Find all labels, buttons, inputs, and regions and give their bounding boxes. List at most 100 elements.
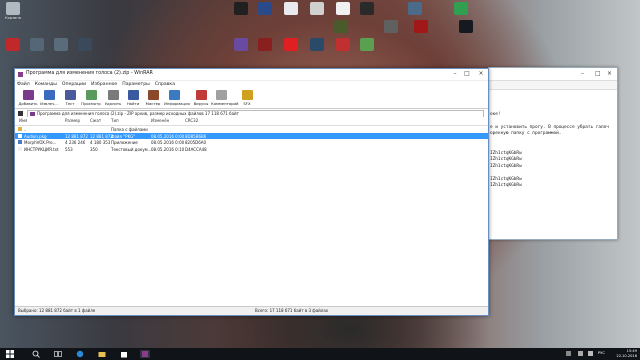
store-icon[interactable] bbox=[120, 350, 128, 358]
menu-item[interactable]: Справка bbox=[155, 81, 175, 89]
column-header[interactable]: CRC32 bbox=[185, 118, 198, 123]
column-header[interactable]: Изменён bbox=[151, 118, 169, 123]
taskbar: РУС 15:49 22.10.2016 bbox=[0, 348, 640, 360]
desktop-icon[interactable] bbox=[254, 38, 276, 52]
desktop-icon[interactable] bbox=[230, 38, 252, 52]
cell-name: ИНСТРУКЦИЯ.txt bbox=[24, 146, 59, 152]
column-header[interactable]: Сжат bbox=[90, 118, 101, 123]
maximize-icon[interactable]: □ bbox=[595, 70, 601, 77]
toolbar-button[interactable]: SFX bbox=[237, 90, 257, 106]
minimize-icon[interactable]: – bbox=[449, 70, 461, 77]
winrar-menubar: Файл Команды Операции Избранное Параметры Спр… bbox=[15, 81, 488, 89]
search-icon[interactable] bbox=[32, 350, 40, 358]
desktop-icon[interactable] bbox=[74, 38, 96, 52]
menu-item[interactable]: Команды bbox=[35, 81, 57, 89]
notepad-window[interactable]: – □ × оке! е и установить прогу. В процес… bbox=[488, 67, 618, 240]
toolbar-button[interactable]: Просмотр bbox=[81, 90, 101, 106]
desktop-icon[interactable] bbox=[356, 2, 378, 16]
cell-type: Папка с файлами bbox=[111, 127, 148, 132]
window-title: Программа для изменения голоса (2).zip -… bbox=[26, 71, 153, 76]
toolbar-label: Удалить bbox=[104, 101, 122, 106]
file-list[interactable]: Имя Размер Сжат Тип Изменён CRC32 .. Папка с ф… bbox=[15, 117, 488, 306]
desktop-icon[interactable] bbox=[50, 38, 72, 52]
archive-path-text: Программа для изменения голоса (2).zip -… bbox=[37, 111, 239, 116]
menu-item[interactable]: Избранное bbox=[91, 81, 117, 89]
toolbar-button[interactable]: Извлеч... bbox=[39, 90, 59, 106]
desktop-icon[interactable] bbox=[330, 20, 352, 34]
close-icon[interactable]: × bbox=[607, 70, 612, 77]
winrar-toolbar: Добавить Извлеч... Тест Просмотр Удалить Найт… bbox=[15, 89, 488, 109]
desktop-app-icon bbox=[6, 2, 20, 15]
start-button[interactable] bbox=[6, 350, 14, 358]
cell-crc: D4ACCA48 bbox=[185, 146, 207, 152]
minimize-icon[interactable]: – bbox=[581, 70, 584, 77]
volume-icon[interactable] bbox=[588, 351, 593, 356]
lang-indicator[interactable]: РУС bbox=[598, 351, 606, 356]
notepad-titlebar[interactable]: – □ × bbox=[489, 68, 617, 81]
status-selected: Выбрано: 12 881 872 байт в 1 файле bbox=[18, 308, 96, 313]
menu-item[interactable]: Параметры bbox=[122, 81, 150, 89]
edge-icon[interactable] bbox=[76, 350, 84, 358]
cell-size: 12 881 872 bbox=[65, 133, 88, 139]
desktop-icon[interactable]: Корзина bbox=[2, 2, 24, 20]
tray-arrow-icon[interactable] bbox=[566, 351, 571, 356]
desktop-icon[interactable] bbox=[332, 2, 354, 16]
cell-crc: 8205D6A0 bbox=[185, 140, 207, 145]
desktop-icon[interactable] bbox=[404, 2, 426, 16]
cell-packed: 12 881 872 bbox=[90, 133, 113, 139]
toolbar-button[interactable]: Найти bbox=[123, 90, 143, 106]
cell-modified: 08.05.2016 0:00 bbox=[151, 140, 185, 145]
desktop-icon[interactable] bbox=[410, 20, 432, 34]
winrar-titlebar[interactable]: Программа для изменения голоса (2).zip -… bbox=[15, 69, 488, 81]
cell-modified: 08.05.2016 0:10 bbox=[151, 146, 185, 152]
toolbar-button[interactable]: Добавить bbox=[18, 90, 38, 106]
toolbar-button[interactable]: Мастер bbox=[143, 90, 163, 106]
column-header[interactable]: Имя bbox=[19, 118, 27, 123]
desktop-icon[interactable] bbox=[280, 38, 302, 52]
toolbar-button[interactable]: Комментарий bbox=[211, 90, 238, 106]
file-icon bbox=[18, 146, 22, 151]
desktop-icon[interactable] bbox=[2, 38, 24, 52]
desktop-icon[interactable] bbox=[230, 2, 252, 16]
winrar-window[interactable]: Программа для изменения голоса (2).zip -… bbox=[14, 68, 489, 316]
desktop-icon[interactable] bbox=[280, 2, 302, 16]
toolbar-button[interactable]: Удалить bbox=[103, 90, 123, 106]
desktop-app-icon bbox=[284, 38, 298, 51]
menu-item[interactable]: Файл bbox=[17, 81, 30, 89]
menu-item[interactable]: Операции bbox=[62, 81, 86, 89]
maximize-icon[interactable]: □ bbox=[461, 70, 473, 77]
cell-packed: 4 180 353 bbox=[90, 140, 111, 145]
desktop-app-icon bbox=[408, 2, 422, 15]
toolbar-label: Добавить bbox=[18, 101, 38, 106]
desktop-icon[interactable] bbox=[356, 38, 378, 52]
desktop-icon[interactable] bbox=[306, 38, 328, 52]
toolbar-label: Извлеч... bbox=[40, 101, 58, 106]
taskbar-winrar[interactable] bbox=[140, 350, 150, 358]
toolbar-button[interactable]: Вирусы bbox=[191, 90, 211, 106]
desktop-icon[interactable] bbox=[450, 2, 472, 16]
winrar-app-icon bbox=[18, 72, 23, 77]
clock[interactable]: 15:49 22.10.2016 bbox=[616, 349, 637, 358]
desktop-app-icon bbox=[454, 2, 468, 15]
toolbar-icon bbox=[195, 90, 207, 100]
close-icon[interactable]: × bbox=[475, 70, 487, 77]
desktop-app-icon bbox=[384, 20, 398, 33]
desktop-icon[interactable] bbox=[306, 2, 328, 16]
desktop-icon[interactable] bbox=[26, 38, 48, 52]
toolbar-button[interactable]: Тест bbox=[60, 90, 80, 106]
desktop-icon[interactable] bbox=[254, 2, 276, 16]
column-header[interactable]: Тип bbox=[111, 118, 119, 123]
notepad-text[interactable]: оке! е и установить прогу. В процессе убр… bbox=[489, 90, 617, 232]
table-row[interactable]: ИНСТРУКЦИЯ.txt 553 350 Текстовый докум... 08… bbox=[15, 146, 488, 153]
column-header[interactable]: Размер bbox=[65, 118, 80, 123]
up-folder-icon[interactable] bbox=[18, 111, 23, 116]
desktop-icon[interactable] bbox=[332, 38, 354, 52]
desktop-icon[interactable] bbox=[455, 20, 477, 34]
network-icon[interactable] bbox=[578, 351, 583, 356]
explorer-icon[interactable] bbox=[98, 350, 106, 358]
toolbar-button[interactable]: Информация bbox=[164, 90, 190, 106]
toolbar-icon bbox=[22, 90, 34, 100]
desktop-app-icon bbox=[310, 38, 324, 51]
task-view-icon[interactable] bbox=[54, 350, 62, 358]
desktop-icon[interactable] bbox=[380, 20, 402, 34]
